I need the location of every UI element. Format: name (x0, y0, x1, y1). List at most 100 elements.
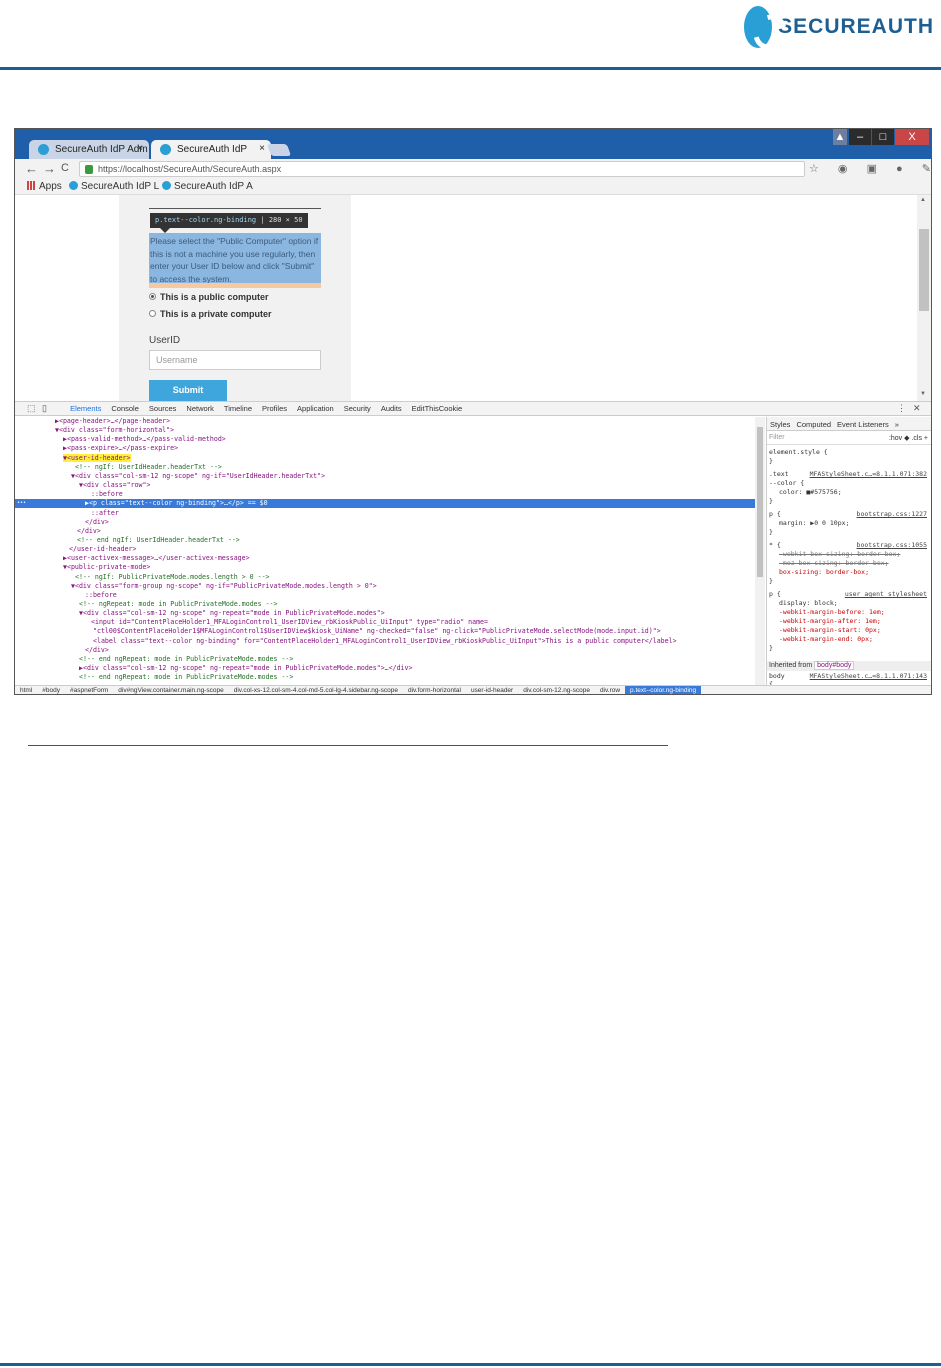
extension-icons[interactable]: ☆ ◉ ▣ ● ✎ ⚑ ⋮ (809, 162, 931, 175)
radio-public-computer[interactable]: This is a public computer (149, 292, 269, 302)
apps-grid-icon (27, 181, 36, 190)
style-rule-line: -webkit-margin-end: 0px; (779, 635, 873, 643)
bookmark-secureauth-a[interactable]: SecureAuth IdP A (162, 181, 253, 192)
dom-node[interactable]: ▼<public-private-mode> (15, 563, 755, 572)
devtools-tab-profiles[interactable]: Profiles (257, 402, 292, 413)
styles-tab-styles[interactable]: Styles (767, 417, 793, 429)
breadcrumb-item[interactable]: p.text--color.ng-binding (625, 686, 702, 694)
forward-icon[interactable]: → (43, 161, 56, 176)
dom-node[interactable]: ▶<pass-valid-method>…</pass-valid-method… (15, 435, 755, 444)
selected-dom-node[interactable]: ▶<p class="text--color ng-binding">…</p>… (15, 499, 755, 509)
device-toolbar-icon[interactable]: ▯ (42, 403, 47, 414)
breadcrumb-item[interactable]: div.row (595, 686, 625, 694)
inspect-element-icon[interactable]: ⬚ (27, 403, 36, 414)
submit-button[interactable]: Submit (149, 380, 227, 401)
elements-tree[interactable]: ▶<page-header>…</page-header> ▼<div class… (15, 417, 755, 685)
stylesheet-link[interactable]: bootstrap.css:1227 (857, 510, 927, 518)
dom-node[interactable]: ▶<pass-expire>…</pass-expire> (15, 444, 755, 453)
close-devtools-icon[interactable]: ✕ (913, 403, 921, 414)
dom-node[interactable]: ▼<div class="col-sm-12 ng-scope" ng-if="… (15, 472, 755, 481)
scrollbar-thumb[interactable] (919, 229, 929, 311)
secureauth-logo: SECUREAUTH (744, 4, 934, 50)
dom-node[interactable]: </div> (15, 646, 755, 655)
dom-node[interactable]: <label class="text--color ng-binding" fo… (15, 637, 755, 646)
reload-icon[interactable]: C (61, 162, 69, 174)
devtools-tab-audits[interactable]: Audits (376, 402, 407, 413)
dom-node[interactable]: <!-- ngIf: UserIdHeader.headerTxt --> (15, 463, 755, 472)
devtools-tab-elements[interactable]: Elements (65, 402, 106, 413)
breadcrumb-item[interactable]: div.col-sm-12.ng-scope (518, 686, 595, 694)
dom-node[interactable]: ▶<div class="col-sm-12 ng-scope" ng-repe… (15, 664, 755, 673)
dom-node[interactable]: </div> (15, 527, 755, 536)
dom-node[interactable]: <!-- end ngIf: UserIdHeader.headerTxt --… (15, 536, 755, 545)
stylesheet-link[interactable]: bootstrap.css:1055 (857, 541, 927, 549)
breadcrumb-item[interactable]: user-id-header (466, 686, 518, 694)
dom-node[interactable]: ▼<div class="form-horizontal"> (15, 426, 755, 435)
elements-scrollbar[interactable] (755, 417, 765, 685)
dom-node[interactable]: <!-- end ngRepeat: mode in PublicPrivate… (15, 655, 755, 664)
secureauth-logo-icon (744, 6, 773, 48)
footer-rule (0, 1363, 941, 1366)
back-icon[interactable]: ← (25, 161, 38, 176)
dom-node[interactable]: ▼<user-id-header> (15, 453, 755, 463)
breadcrumb-item[interactable]: #aspnetForm (65, 686, 113, 694)
browser-tab-idp[interactable]: SecureAuth IdP × (151, 140, 271, 159)
devtools-tab-editthiscookie[interactable]: EditThisCookie (407, 402, 467, 413)
tab-label: SecureAuth IdP Adm (55, 144, 148, 155)
stylesheet-link[interactable]: user agent stylesheet (845, 590, 927, 598)
scrollbar-thumb[interactable] (757, 427, 763, 577)
browser-tab-admin[interactable]: SecureAuth IdP Adm × (29, 140, 149, 159)
dom-node[interactable]: <!-- ngRepeat: mode in PublicPrivateMode… (15, 600, 755, 609)
devtools-tab-application[interactable]: Application (292, 402, 339, 413)
breadcrumb-item[interactable]: html (15, 686, 37, 694)
devtools-tab-timeline[interactable]: Timeline (219, 402, 257, 413)
dom-node[interactable]: <!-- end ngRepeat: mode in PublicPrivate… (15, 673, 755, 682)
styles-tab--[interactable]: » (892, 417, 902, 429)
breadcrumb-item[interactable]: div.col-xs-12.col-sm-4.col-md-5.col-lg-4… (229, 686, 403, 694)
styles-tab-event-listeners[interactable]: Event Listeners (834, 417, 892, 429)
dom-node[interactable]: </user-id-header> (15, 545, 755, 554)
dom-node[interactable]: <input id="ContentPlaceHolder1_MFALoginC… (15, 618, 755, 627)
styles-filter-tools[interactable]: :hov ◆ .cls + (889, 434, 928, 442)
dom-node[interactable]: ▼<div class="col-sm-12 ng-scope" ng-repe… (15, 609, 755, 618)
stylesheet-link[interactable]: MFAStyleSheet.c…=8.1.1.071:382 (810, 470, 927, 478)
devtools-tab-network[interactable]: Network (181, 402, 219, 413)
breadcrumb-item[interactable]: #body (37, 686, 65, 694)
dom-node[interactable]: "ctl00$ContentPlaceHolder1$MFALoginContr… (15, 627, 755, 636)
close-tab-icon[interactable]: × (137, 143, 143, 154)
dom-node[interactable]: ::before (15, 490, 755, 499)
inherited-tag[interactable]: body#body (814, 661, 855, 670)
devtools-tab-security[interactable]: Security (339, 402, 376, 413)
breadcrumb-item[interactable]: div#ngView.container.main.ng-scope (113, 686, 228, 694)
new-tab-button[interactable] (266, 144, 292, 156)
radio-private-computer[interactable]: This is a private computer (149, 309, 272, 319)
breadcrumb-item[interactable]: div.form-horizontal (403, 686, 466, 694)
user-profile-icon[interactable]: ▲ (833, 129, 847, 145)
minimize-button[interactable]: – (849, 129, 871, 145)
more-options-icon[interactable]: ⋮ (897, 403, 906, 414)
page-scrollbar[interactable]: ▲ ▼ (917, 195, 931, 401)
dom-node[interactable]: <!-- ngIf: PublicPrivateMode.modes.lengt… (15, 573, 755, 582)
address-bar[interactable]: https://localhost/SecureAuth/SecureAuth.… (79, 161, 805, 177)
dom-node[interactable]: ▼<div class="row"> (15, 481, 755, 490)
devtools-tab-console[interactable]: Console (106, 402, 144, 413)
secureauth-favicon-icon (160, 144, 171, 155)
username-input[interactable]: Username (149, 350, 321, 370)
devtools-tab-sources[interactable]: Sources (144, 402, 182, 413)
bookmark-secureauth-l[interactable]: SecureAuth IdP L (69, 181, 159, 192)
dom-node[interactable]: ▶<user-activex-message>…</user-activex-m… (15, 554, 755, 563)
dom-node[interactable]: ▼<div class="form-group ng-scope" ng-if=… (15, 582, 755, 591)
secureauth-favicon-icon (162, 181, 171, 190)
bookmark-apps[interactable]: Apps (27, 181, 62, 192)
dom-node[interactable]: ::before (15, 591, 755, 600)
node-actions-icon[interactable]: ••• (17, 499, 26, 508)
styles-filter-input[interactable]: Filter :hov ◆ .cls + (767, 431, 931, 445)
dom-node[interactable]: </div> (15, 518, 755, 527)
stylesheet-link[interactable]: MFAStyleSheet.c…=8.1.1.071:143 (810, 672, 927, 680)
maximize-button[interactable]: □ (872, 129, 894, 145)
dom-node[interactable]: ▶<page-header>…</page-header> (15, 417, 755, 426)
close-window-button[interactable]: X (895, 129, 929, 145)
dom-node[interactable]: ::after (15, 509, 755, 518)
styles-tab-computed[interactable]: Computed (793, 417, 834, 429)
close-tab-icon[interactable]: × (259, 143, 265, 154)
